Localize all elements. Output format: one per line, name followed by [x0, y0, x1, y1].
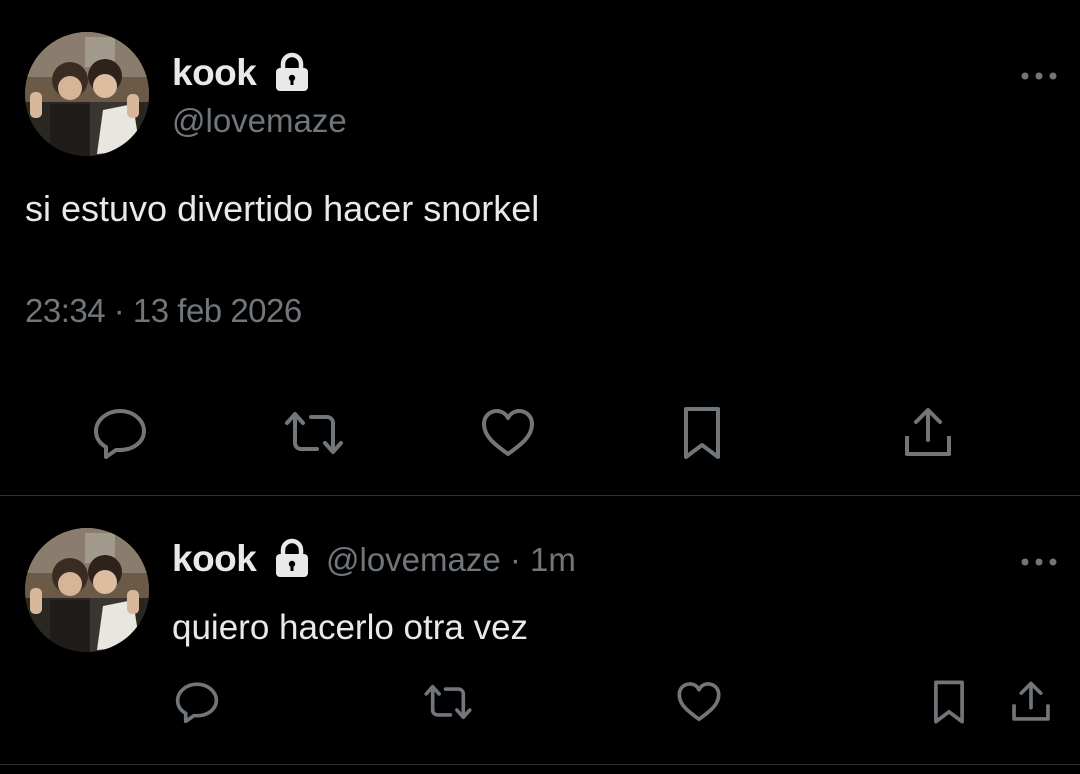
- reply-icon: [174, 681, 220, 723]
- retweet-button[interactable]: [421, 680, 475, 724]
- timestamp[interactable]: 23:34 · 13 feb 2026: [25, 292, 302, 330]
- retweet-button[interactable]: [282, 405, 346, 461]
- display-name[interactable]: kook: [172, 52, 257, 94]
- avatar[interactable]: [25, 528, 149, 652]
- lock-icon: [274, 52, 310, 92]
- handle[interactable]: @lovemaze: [172, 102, 347, 140]
- share-button[interactable]: [898, 403, 958, 463]
- lock-icon: [274, 538, 310, 578]
- share-icon: [1010, 680, 1052, 724]
- more-icon[interactable]: [1020, 68, 1058, 80]
- avatar[interactable]: [25, 32, 149, 156]
- retweet-icon: [423, 682, 473, 722]
- bookmark-button[interactable]: [674, 403, 730, 463]
- like-icon: [480, 408, 536, 458]
- reply-text: quiero hacerlo otra vez: [172, 608, 529, 647]
- more-icon[interactable]: [1020, 554, 1058, 566]
- bookmark-icon: [931, 679, 967, 725]
- tweet-text: si estuvo divertido hacer snorkel: [25, 188, 540, 229]
- reply-button[interactable]: [90, 405, 150, 461]
- bookmark-button[interactable]: [926, 678, 972, 726]
- bookmark-icon: [680, 405, 724, 461]
- handle-and-time[interactable]: @lovemaze · 1m: [326, 541, 576, 579]
- reply-button[interactable]: [172, 680, 222, 724]
- like-button[interactable]: [478, 405, 538, 461]
- main-tweet: kook @lovemaze si estuvo divertido hacer…: [0, 0, 1080, 496]
- divider: [0, 764, 1080, 765]
- display-name[interactable]: kook: [172, 538, 257, 580]
- like-button[interactable]: [674, 680, 724, 724]
- share-button[interactable]: [1006, 678, 1056, 726]
- retweet-icon: [283, 409, 345, 457]
- like-icon: [676, 681, 722, 723]
- share-icon: [902, 406, 954, 460]
- reply-icon: [92, 407, 148, 459]
